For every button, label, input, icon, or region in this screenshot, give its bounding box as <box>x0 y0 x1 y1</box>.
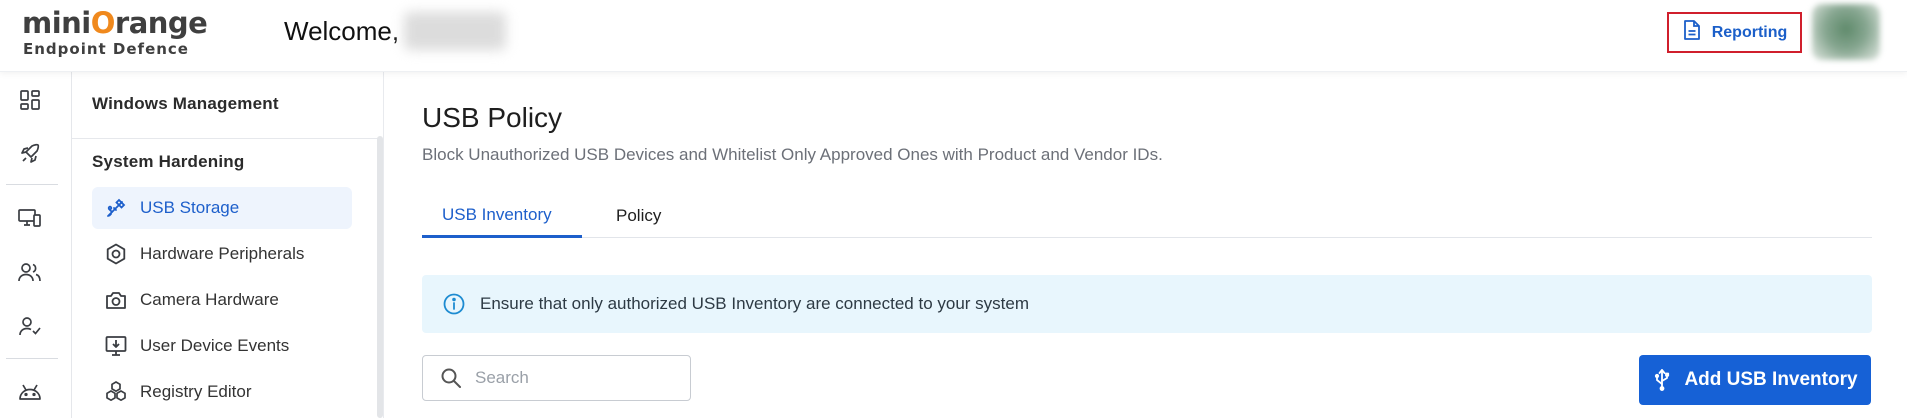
tab-policy[interactable]: Policy <box>596 194 681 238</box>
info-banner-text: Ensure that only authorized USB Inventor… <box>480 294 1030 313</box>
add-usb-inventory-button[interactable]: Add USB Inventory <box>1639 355 1871 405</box>
users-icon[interactable] <box>16 258 44 286</box>
subnav-item-hardware-peripherals[interactable]: Hardware Peripherals <box>92 233 352 275</box>
logo-wordmark: miniOrange <box>22 6 208 40</box>
search-icon <box>441 368 461 388</box>
subnav-item-label: User Device Events <box>140 336 290 355</box>
tab-bar: USB Inventory Policy <box>422 194 1872 238</box>
hexagon-icon <box>106 243 126 265</box>
registry-icon <box>106 381 126 402</box>
subnav-item-label: Hardware Peripherals <box>140 244 305 263</box>
reporting-button[interactable]: Reporting <box>1667 12 1802 53</box>
section-system-hardening[interactable]: System Hardening <box>92 152 244 172</box>
logo-text-o: O <box>90 6 116 40</box>
subnav-item-usb-storage[interactable]: USB Storage <box>92 187 352 229</box>
subnav-item-label: Registry Editor <box>140 382 252 401</box>
tab-usb-inventory[interactable]: USB Inventory <box>422 194 582 238</box>
section-windows-management[interactable]: Windows Management <box>92 94 279 114</box>
info-banner: Ensure that only authorized USB Inventor… <box>422 275 1872 333</box>
monitor-download-icon <box>105 336 127 356</box>
top-header: miniOrange Endpoint Defence Welcome, Rep… <box>0 0 1907 72</box>
usb-icon <box>107 198 126 217</box>
rail-divider <box>6 184 58 185</box>
sub-navigation: Windows Management System Hardening USB … <box>72 72 384 418</box>
add-usb-inventory-label: Add USB Inventory <box>1684 369 1858 390</box>
page-subtitle: Block Unauthorized USB Devices and White… <box>422 145 1163 164</box>
dashboard-icon[interactable] <box>16 86 44 114</box>
subnav-item-user-device-events[interactable]: User Device Events <box>92 325 352 367</box>
search-field[interactable] <box>422 355 691 401</box>
logo-text-range: range <box>114 6 208 40</box>
subnav-item-label: USB Storage <box>140 198 240 217</box>
subnav-scrollbar[interactable] <box>377 136 383 418</box>
main-content: USB Policy Block Unauthorized USB Device… <box>384 72 1907 418</box>
search-input[interactable] <box>475 368 675 388</box>
subnav-divider <box>72 138 382 139</box>
user-check-icon[interactable] <box>16 312 44 340</box>
report-document-icon <box>1682 19 1702 46</box>
page-title: USB Policy <box>422 102 563 133</box>
rail-divider <box>6 358 58 359</box>
brand-logo[interactable]: miniOrange Endpoint Defence <box>22 6 208 60</box>
icon-rail <box>0 72 72 418</box>
reporting-label: Reporting <box>1711 23 1788 41</box>
usb-icon <box>1655 369 1670 391</box>
devices-icon[interactable] <box>16 204 44 232</box>
info-icon <box>443 293 465 315</box>
subnav-item-registry-editor[interactable]: Registry Editor <box>92 371 352 413</box>
android-icon[interactable] <box>16 378 44 406</box>
logo-tagline: Endpoint Defence <box>23 40 189 58</box>
user-avatar[interactable] <box>1812 4 1880 60</box>
welcome-text: Welcome, <box>284 16 400 46</box>
camera-icon <box>106 292 126 309</box>
rocket-icon[interactable] <box>16 140 44 168</box>
subnav-item-camera-hardware[interactable]: Camera Hardware <box>92 279 352 321</box>
logo-text-mini: mini <box>22 6 91 40</box>
subnav-item-label: Camera Hardware <box>140 290 279 309</box>
user-name-redacted <box>404 12 506 50</box>
